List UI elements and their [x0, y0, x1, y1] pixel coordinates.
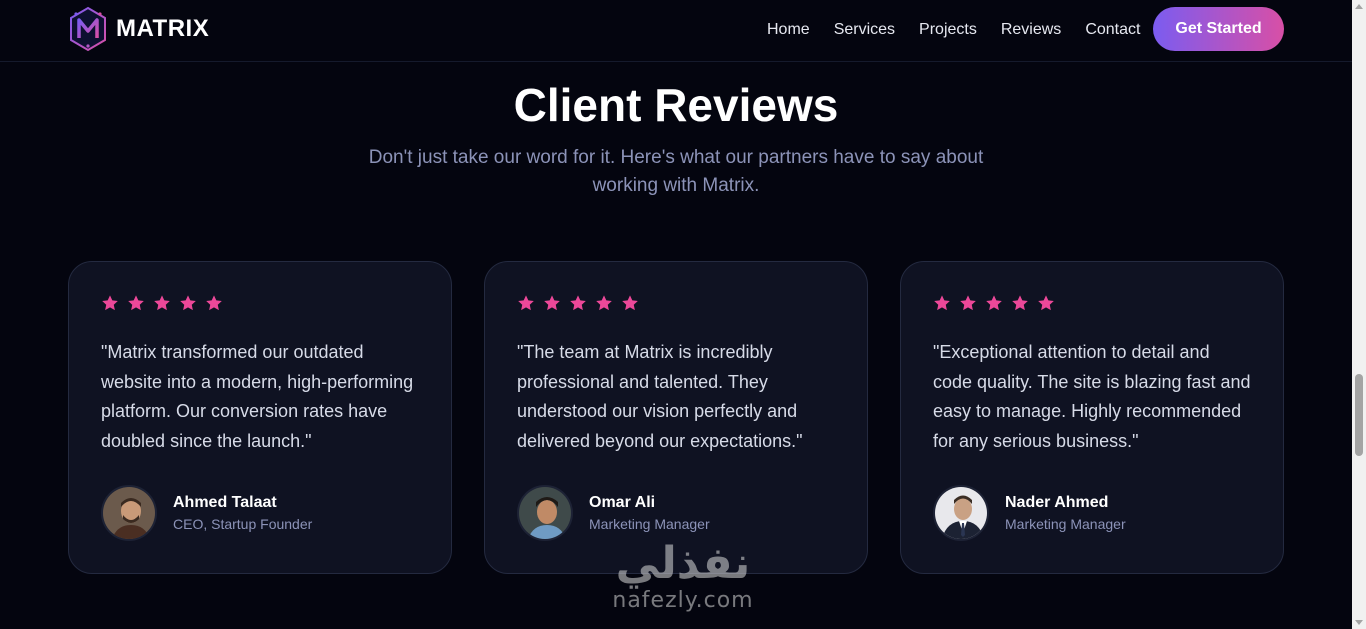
- get-started-button[interactable]: Get Started: [1153, 7, 1284, 51]
- avatar: [101, 485, 157, 541]
- avatar: [933, 485, 989, 541]
- review-quote: "Exceptional attention to detail and cod…: [933, 342, 1251, 451]
- scroll-thumb[interactable]: [1355, 374, 1363, 456]
- star-icon: [102, 295, 118, 311]
- star-icon: [960, 295, 976, 311]
- author-info: Ahmed Talaat CEO, Startup Founder: [173, 494, 312, 532]
- star-icon: [986, 295, 1002, 311]
- nav-link-contact[interactable]: Contact: [1085, 20, 1140, 40]
- star-icon: [570, 295, 586, 311]
- review-card: "The team at Matrix is incredibly profes…: [484, 261, 868, 574]
- star-icon: [518, 295, 534, 311]
- star-icon: [1038, 295, 1054, 311]
- nav-link-services[interactable]: Services: [834, 20, 895, 40]
- star-icon: [544, 295, 560, 311]
- author-role: CEO, Startup Founder: [173, 516, 313, 532]
- star-icon: [622, 295, 638, 311]
- author-name: Nader Ahmed: [1005, 494, 1109, 511]
- brand-name: MATRIX: [116, 15, 210, 42]
- star-icon: [934, 295, 950, 311]
- scroll-up-icon[interactable]: [1355, 4, 1363, 9]
- review-author: Ahmed Talaat CEO, Startup Founder: [101, 485, 312, 541]
- author-role: Marketing Manager: [1005, 516, 1126, 532]
- matrix-logo-icon: [70, 6, 106, 52]
- main-nav: Home Services Projects Reviews Contact: [767, 20, 1140, 40]
- star-icon: [154, 295, 170, 311]
- review-quote: "Matrix transformed our outdated website…: [101, 342, 414, 451]
- review-author: Nader Ahmed Marketing Manager: [933, 485, 1126, 541]
- watermark-arabic: نفذلي: [615, 539, 751, 588]
- author-info: Nader Ahmed Marketing Manager: [1005, 494, 1126, 532]
- nav-link-reviews[interactable]: Reviews: [1001, 20, 1061, 40]
- review-author: Omar Ali Marketing Manager: [517, 485, 710, 541]
- author-role: Marketing Manager: [589, 516, 710, 532]
- nav-link-projects[interactable]: Projects: [919, 20, 977, 40]
- star-rating: [101, 294, 223, 312]
- star-rating: [933, 294, 1055, 312]
- review-card: "Matrix transformed our outdated website…: [68, 261, 452, 574]
- star-icon: [206, 295, 222, 311]
- avatar: [517, 485, 573, 541]
- navbar: MATRIX Home Services Projects Reviews Co…: [0, 0, 1352, 62]
- author-name: Ahmed Talaat: [173, 494, 277, 511]
- vertical-scrollbar[interactable]: [1352, 0, 1366, 629]
- brand-logo[interactable]: MATRIX: [68, 6, 209, 52]
- star-icon: [128, 295, 144, 311]
- review-quote: "The team at Matrix is incredibly profes…: [517, 342, 803, 451]
- star-icon: [596, 295, 612, 311]
- watermark: نفذلي nafezly.com: [598, 539, 768, 614]
- star-rating: [517, 294, 639, 312]
- author-info: Omar Ali Marketing Manager: [589, 494, 710, 532]
- nav-link-home[interactable]: Home: [767, 20, 810, 40]
- star-icon: [180, 295, 196, 311]
- review-card: "Exceptional attention to detail and cod…: [900, 261, 1284, 574]
- watermark-latin: nafezly.com: [612, 588, 754, 613]
- star-icon: [1012, 295, 1028, 311]
- scroll-down-icon[interactable]: [1355, 620, 1363, 625]
- section-subtitle: Don't just take our word for it. Here's …: [368, 147, 984, 196]
- section-title: Client Reviews: [513, 79, 839, 131]
- author-name: Omar Ali: [589, 494, 656, 511]
